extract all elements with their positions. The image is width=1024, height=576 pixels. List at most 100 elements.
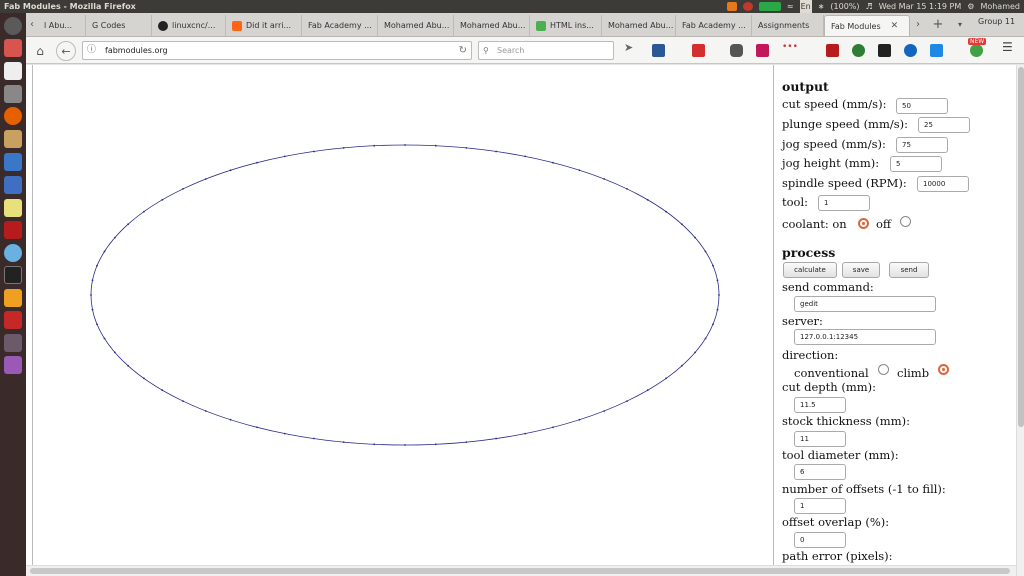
files-icon[interactable] [4, 39, 22, 57]
keyboard-lang[interactable]: En [799, 0, 812, 13]
mail-icon[interactable] [742, 2, 753, 11]
tab-label: l Abu... [44, 21, 73, 30]
bluetooth-icon[interactable]: ∗ [818, 0, 825, 13]
disk-icon[interactable] [4, 85, 22, 103]
calculate-button[interactable]: calculate [783, 262, 837, 278]
jog-speed-field[interactable]: 75 [896, 137, 948, 153]
vlc-icon[interactable] [726, 2, 737, 11]
more-icon[interactable]: ••• [782, 42, 798, 55]
stock-thickness-field[interactable]: 11 [794, 431, 846, 447]
horizontal-scroll-thumb[interactable] [30, 568, 1010, 574]
info-icon[interactable]: ⓘ [87, 42, 96, 59]
volume-icon[interactable]: ♬ [866, 0, 873, 13]
firefox-icon[interactable] [4, 107, 22, 125]
purple-app-icon[interactable] [4, 356, 22, 374]
tab-1[interactable]: l Abu... [38, 15, 86, 36]
tab-9[interactable]: Mohamed Abu... [602, 15, 676, 36]
toolpath-point [434, 443, 437, 446]
notes-icon[interactable] [4, 199, 22, 217]
tab-2[interactable]: G Codes [86, 15, 152, 36]
tab-5[interactable]: Fab Academy ... [302, 15, 378, 36]
filezilla-icon[interactable] [4, 221, 22, 239]
tool-field[interactable]: 1 [818, 195, 870, 211]
clock[interactable]: Wed Mar 15 1:19 PM [879, 0, 962, 13]
tab-scroll-right-icon[interactable]: › [912, 15, 924, 35]
chromium-icon[interactable] [4, 244, 22, 262]
text-editor-icon[interactable] [4, 62, 22, 80]
battery-text[interactable]: (100%) [830, 0, 859, 13]
software-center-icon[interactable] [4, 289, 22, 307]
conventional-radio[interactable] [878, 364, 889, 375]
black-ext-icon[interactable] [878, 44, 891, 57]
add-icon[interactable] [692, 44, 705, 57]
coolant-off-radio[interactable] [900, 216, 911, 227]
coolant-on-radio[interactable] [858, 218, 869, 229]
cut-speed-label: cut speed (mm/s): [782, 97, 887, 111]
blue-ext-icon[interactable] [904, 44, 917, 57]
server-field[interactable]: 127.0.0.1:12345 [794, 329, 936, 345]
toolpath-point [96, 323, 98, 326]
ext-new-icon[interactable] [970, 44, 983, 57]
home-icon[interactable]: ⌂ [30, 41, 50, 61]
gear-icon[interactable]: ⚙ [967, 0, 974, 13]
wifi-icon[interactable]: ≈ [787, 0, 794, 13]
send-button[interactable]: send [889, 262, 929, 278]
back-icon[interactable]: ← [56, 41, 76, 61]
workspace-icon[interactable] [4, 334, 22, 352]
cut-depth-label: cut depth (mm): [782, 380, 876, 394]
terminal-blue-icon[interactable] [4, 176, 22, 194]
search-input[interactable]: ⚲ Search [478, 41, 614, 60]
vscode-icon[interactable] [4, 153, 22, 171]
offsets-field[interactable]: 1 [794, 498, 846, 514]
toolpath-point [524, 155, 527, 158]
tab-scroll-left-icon[interactable]: ‹ [26, 15, 38, 35]
offset-overlap-field[interactable]: 0 [794, 532, 846, 548]
toolpath-point [716, 308, 719, 311]
cut-depth-field[interactable]: 11.5 [794, 397, 846, 413]
reload-icon[interactable]: ↻ [459, 42, 467, 59]
tab-8[interactable]: HTML ins... [530, 15, 602, 36]
green-ext-icon[interactable] [852, 44, 865, 57]
close-tab-icon[interactable]: ✕ [891, 16, 899, 36]
dash-icon[interactable] [4, 17, 22, 35]
monitor-icon[interactable] [758, 2, 781, 11]
tab-list-icon[interactable]: ▾ [954, 15, 966, 35]
url-bar[interactable]: ⓘ fabmodules.org ↻ [82, 41, 472, 60]
image-viewer-icon[interactable] [4, 130, 22, 148]
terminal-icon[interactable] [4, 266, 22, 284]
layers-icon[interactable] [930, 44, 943, 57]
user-name[interactable]: Mohamed [980, 0, 1020, 13]
tab-7[interactable]: Mohamed Abu... [454, 15, 530, 36]
new-tab-icon[interactable]: + [930, 15, 946, 35]
climb-radio[interactable] [938, 364, 949, 375]
tool-diameter-field[interactable]: 6 [794, 464, 846, 480]
tab-10[interactable]: Fab Academy ... [676, 15, 752, 36]
send-icon[interactable]: ➤ [624, 41, 637, 54]
save-icon[interactable] [652, 44, 665, 57]
horizontal-scrollbar[interactable] [26, 565, 1016, 576]
tab-fab-modules[interactable]: Fab Modules ✕ [824, 15, 910, 36]
tab-11[interactable]: Assignments [752, 15, 824, 36]
tab-6[interactable]: Mohamed Abu... [378, 15, 454, 36]
tab-4[interactable]: Did it arri... [226, 15, 302, 36]
toolpath-point [229, 169, 232, 172]
jog-height-field[interactable]: 5 [890, 156, 942, 172]
plunge-speed-field[interactable]: 25 [918, 117, 970, 133]
send-command-field[interactable]: gedit [794, 296, 936, 312]
output-heading: output [782, 79, 829, 94]
screenshot-icon[interactable] [756, 44, 769, 57]
toolpath-point [103, 337, 106, 340]
tab-3[interactable]: linuxcnc/... [152, 15, 226, 36]
vertical-scrollbar[interactable] [1016, 65, 1024, 576]
toolpath-canvas[interactable] [32, 65, 774, 565]
menu-icon[interactable]: ☰ [1002, 40, 1015, 54]
tab-label: Fab Academy ... [682, 21, 746, 30]
pocket-icon[interactable] [730, 44, 743, 57]
vertical-scroll-thumb[interactable] [1018, 67, 1024, 427]
spindle-speed-field[interactable]: 10000 [917, 176, 969, 192]
save-button[interactable]: save [842, 262, 880, 278]
tab-group-label[interactable]: Group 11 [978, 17, 1015, 26]
ublock-icon[interactable] [826, 44, 839, 57]
cut-speed-field[interactable]: 50 [896, 98, 948, 114]
app-icon[interactable] [4, 311, 22, 329]
